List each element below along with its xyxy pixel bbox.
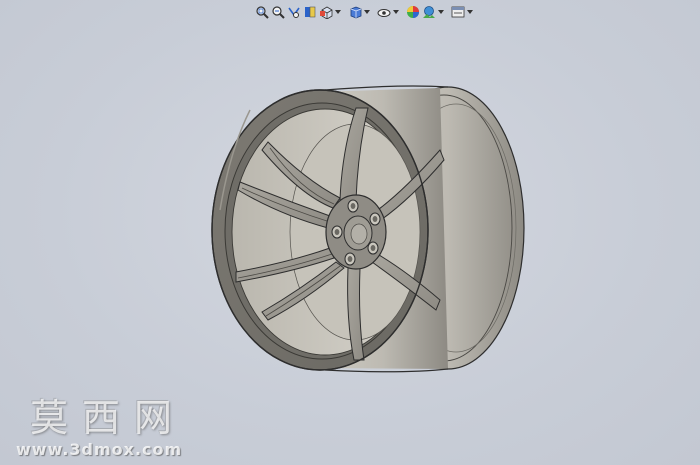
watermark-url: www.3dmox.com bbox=[16, 440, 183, 459]
graphics-viewport[interactable]: 莫西网 www.3dmox.com bbox=[0, 0, 700, 465]
rim-front-lip bbox=[211, 89, 429, 371]
wheel-hub bbox=[325, 194, 387, 270]
watermark-chinese: 莫西网 bbox=[30, 396, 187, 440]
watermark: 莫西网 www.3dmox.com bbox=[16, 398, 216, 460]
